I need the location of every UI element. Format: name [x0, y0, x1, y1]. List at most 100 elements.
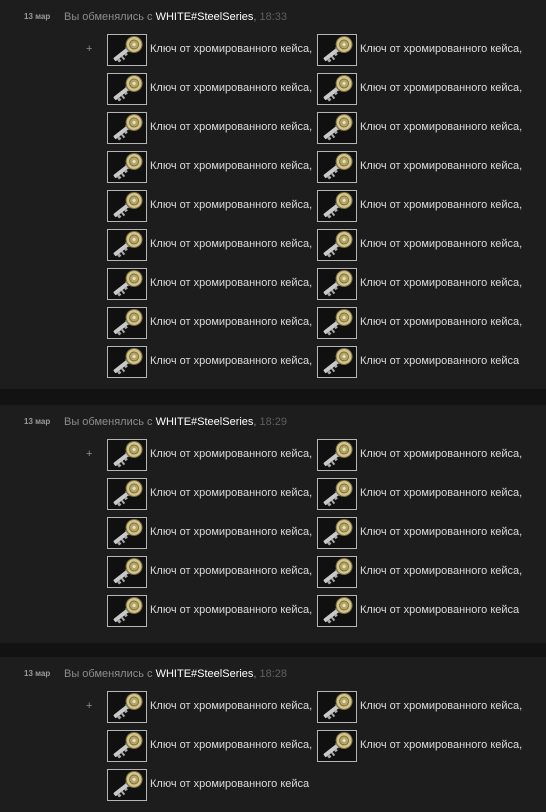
item-name: Ключ от хромированного кейса, [360, 121, 523, 133]
trade-prefix: Вы обменялись с [64, 668, 153, 680]
key-icon[interactable] [107, 769, 147, 801]
key-icon-graphic [108, 308, 146, 338]
item-name: Ключ от хромированного кейса [360, 604, 520, 616]
key-icon[interactable] [107, 517, 147, 549]
key-icon-graphic [108, 113, 146, 143]
key-icon[interactable] [317, 268, 357, 300]
item-name: Ключ от хромированного кейса, [150, 160, 313, 172]
key-icon-graphic [108, 479, 146, 509]
received-indicator: + [86, 700, 93, 712]
item-name: Ключ от хромированного кейса, [150, 238, 313, 250]
item-name: Ключ от хромированного кейса, [360, 700, 523, 712]
trade-time: 18:28 [259, 668, 288, 680]
key-icon-graphic [108, 152, 146, 182]
item-name: Ключ от хромированного кейса, [150, 316, 313, 328]
key-icon-graphic [318, 35, 356, 65]
key-icon-graphic [108, 518, 146, 548]
key-icon-graphic [318, 74, 356, 104]
item-name: Ключ от хромированного кейса, [150, 604, 313, 616]
key-icon-graphic [318, 596, 356, 626]
key-icon[interactable] [317, 478, 357, 510]
key-icon[interactable] [317, 691, 357, 723]
key-icon-graphic [108, 347, 146, 377]
key-icon[interactable] [317, 556, 357, 588]
key-icon[interactable] [317, 151, 357, 183]
key-icon[interactable] [107, 439, 147, 471]
key-icon[interactable] [107, 151, 147, 183]
comma: , [253, 11, 257, 23]
trade-entry: 13 мар Вы обменялись с WHITE#SteelSeries,… [0, 405, 546, 643]
key-icon-graphic [318, 692, 356, 722]
key-icon[interactable] [107, 730, 147, 762]
key-icon-graphic [318, 440, 356, 470]
key-icon[interactable] [317, 190, 357, 222]
key-icon-graphic [108, 191, 146, 221]
trade-separator [0, 389, 546, 405]
key-icon[interactable] [107, 478, 147, 510]
item-name: Ключ от хромированного кейса, [150, 448, 313, 460]
trade-description: Вы обменялись с WHITE#SteelSeries, 18:28 [64, 668, 287, 680]
item-name: Ключ от хромированного кейса, [360, 487, 523, 499]
key-icon[interactable] [317, 307, 357, 339]
key-icon[interactable] [107, 229, 147, 261]
key-icon[interactable] [317, 439, 357, 471]
key-icon[interactable] [317, 73, 357, 105]
key-icon[interactable] [107, 268, 147, 300]
item-name: Ключ от хромированного кейса, [360, 739, 523, 751]
key-icon-graphic [108, 770, 146, 800]
key-icon[interactable] [107, 73, 147, 105]
item-name: Ключ от хромированного кейса, [150, 739, 313, 751]
item-name: Ключ от хромированного кейса, [150, 700, 313, 712]
key-icon[interactable] [107, 595, 147, 627]
key-icon[interactable] [107, 112, 147, 144]
item-name: Ключ от хромированного кейса, [360, 43, 523, 55]
key-icon-graphic [108, 596, 146, 626]
trade-prefix: Вы обменялись с [64, 416, 153, 428]
key-icon-graphic [318, 152, 356, 182]
key-icon-graphic [318, 308, 356, 338]
item-name: Ключ от хромированного кейса, [360, 82, 523, 94]
received-indicator: + [86, 43, 93, 55]
key-icon-graphic [108, 35, 146, 65]
received-indicator: + [86, 448, 93, 460]
key-icon-graphic [318, 518, 356, 548]
key-icon[interactable] [317, 229, 357, 261]
key-icon[interactable] [107, 691, 147, 723]
trade-description: Вы обменялись с WHITE#SteelSeries, 18:29 [64, 416, 287, 428]
trade-partner-link[interactable]: WHITE#SteelSeries [156, 416, 254, 428]
key-icon-graphic [108, 269, 146, 299]
item-name: Ключ от хромированного кейса, [150, 565, 313, 577]
comma: , [253, 668, 257, 680]
key-icon[interactable] [107, 556, 147, 588]
key-icon[interactable] [317, 730, 357, 762]
key-icon-graphic [318, 230, 356, 260]
key-icon-graphic [318, 269, 356, 299]
trade-prefix: Вы обменялись с [64, 11, 153, 23]
trade-partner-link[interactable]: WHITE#SteelSeries [156, 11, 254, 23]
item-name: Ключ от хромированного кейса, [150, 355, 313, 367]
key-icon-graphic [108, 557, 146, 587]
key-icon-graphic [108, 692, 146, 722]
key-icon[interactable] [107, 34, 147, 66]
trade-partner-link[interactable]: WHITE#SteelSeries [156, 668, 254, 680]
key-icon[interactable] [107, 346, 147, 378]
key-icon[interactable] [107, 190, 147, 222]
key-icon-graphic [318, 557, 356, 587]
key-icon[interactable] [317, 517, 357, 549]
key-icon[interactable] [317, 112, 357, 144]
key-icon-graphic [108, 230, 146, 260]
key-icon-graphic [108, 440, 146, 470]
key-icon[interactable] [107, 307, 147, 339]
trade-date: 13 мар [24, 417, 51, 426]
item-name: Ключ от хромированного кейса, [150, 82, 313, 94]
key-icon[interactable] [317, 34, 357, 66]
trade-date: 13 мар [24, 12, 51, 21]
item-name: Ключ от хромированного кейса, [360, 526, 523, 538]
key-icon[interactable] [317, 595, 357, 627]
trade-date: 13 мар [24, 669, 51, 678]
trade-separator [0, 643, 546, 657]
item-name: Ключ от хромированного кейса, [150, 199, 313, 211]
item-name: Ключ от хромированного кейса, [360, 277, 523, 289]
key-icon[interactable] [317, 346, 357, 378]
key-icon-graphic [318, 479, 356, 509]
